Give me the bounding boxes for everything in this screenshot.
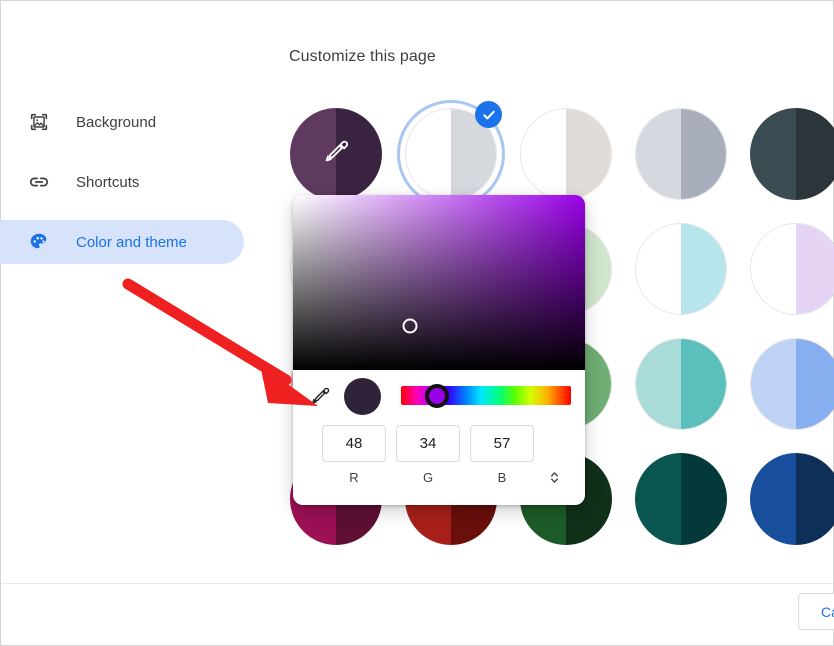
swatch-half-right [796, 224, 834, 314]
swatch-half-right [681, 339, 726, 429]
picker-controls: 48 34 57 R G B [293, 370, 585, 505]
theme-swatch-cool-grey[interactable] [635, 108, 727, 200]
rgb-label-r: R [349, 470, 359, 485]
swatch-half-left [751, 224, 796, 314]
image-icon [28, 111, 50, 133]
cancel-button[interactable]: Cancel [798, 593, 834, 630]
rgb-label-row: RGB [293, 470, 585, 485]
swatch-half-left [750, 108, 796, 200]
sidebar-item-label: Background [76, 113, 157, 131]
swatch-half-right [566, 109, 611, 199]
swatch-half-right [796, 453, 834, 545]
link-icon [28, 171, 50, 193]
rgb-input-r[interactable]: 48 [322, 425, 386, 462]
swatch-half-left [521, 109, 566, 199]
sidebar-item-label: Shortcuts [76, 173, 140, 191]
theme-swatch-deep-teal[interactable] [635, 453, 727, 545]
color-picker-popup: 48 34 57 R G B [293, 195, 585, 505]
swatch-half-right [681, 109, 726, 199]
hue-slider-thumb[interactable] [424, 383, 449, 408]
saturation-value-area[interactable] [293, 195, 585, 370]
swatch-half-left [290, 108, 336, 200]
rgb-label-g: G [422, 470, 434, 485]
check-icon [475, 101, 502, 128]
theme-swatch-custom-color[interactable] [290, 108, 382, 200]
rgb-input-b[interactable]: 57 [470, 425, 534, 462]
theme-swatch-periwinkle[interactable] [750, 338, 834, 430]
swatch-half-left [635, 453, 681, 545]
swatch-half-right [796, 108, 834, 200]
swatch-half-left [406, 109, 451, 199]
rgb-input-row: 48 34 57 [293, 425, 585, 462]
dialog-footer [1, 583, 833, 645]
sidebar-item-background[interactable]: Background [0, 100, 244, 144]
theme-swatch-pale-lavender[interactable] [750, 223, 834, 315]
sidebar: Background Shortcuts Color and theme [0, 100, 244, 280]
rgb-input-g[interactable]: 34 [396, 425, 460, 462]
hue-slider[interactable] [401, 383, 571, 408]
swatch-half-left [636, 109, 681, 199]
page-title: Customize this page [289, 48, 436, 65]
eyedropper-icon[interactable] [307, 383, 333, 409]
sidebar-item-color-and-theme[interactable]: Color and theme [0, 220, 244, 264]
palette-icon [28, 231, 50, 253]
theme-swatch-dark-slate[interactable] [750, 108, 834, 200]
swatch-half-left [636, 339, 681, 429]
sidebar-item-label: Color and theme [76, 233, 187, 251]
swatch-half-right [796, 339, 834, 429]
theme-swatch-warm-grey[interactable] [520, 108, 612, 200]
window-border-left [0, 0, 1, 646]
window-border-top [0, 0, 834, 1]
swatch-half-right [681, 453, 727, 545]
color-format-toggle-icon[interactable] [544, 470, 564, 485]
rgb-label-b: B [497, 470, 507, 485]
swatch-half-right [336, 108, 382, 200]
theme-swatch-navy-blue[interactable] [750, 453, 834, 545]
swatch-half-right [681, 224, 726, 314]
swatch-half-left [636, 224, 681, 314]
theme-swatch-pale-cyan[interactable] [635, 223, 727, 315]
current-color-preview [344, 378, 381, 415]
sv-cursor-handle[interactable] [402, 318, 418, 334]
swatch-half-left [751, 339, 796, 429]
theme-swatch-aqua[interactable] [635, 338, 727, 430]
swatch-half-left [750, 453, 796, 545]
sidebar-item-shortcuts[interactable]: Shortcuts [0, 160, 244, 204]
customize-page-dialog: Customize this page Background Shortcuts… [0, 0, 834, 646]
